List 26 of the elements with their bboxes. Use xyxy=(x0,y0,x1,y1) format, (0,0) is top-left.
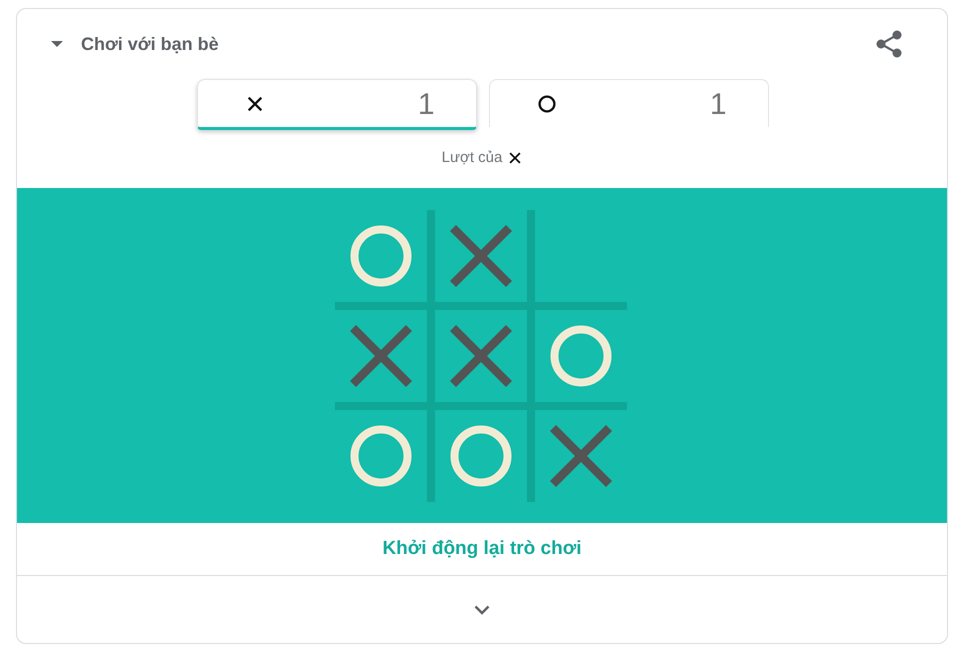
cross-icon xyxy=(450,225,512,287)
board-cell[interactable] xyxy=(335,310,427,402)
cross-icon xyxy=(508,151,522,165)
cross-icon xyxy=(550,425,612,487)
share-icon xyxy=(876,30,902,58)
score-text: 1 xyxy=(710,87,726,120)
board-cell[interactable] xyxy=(435,210,527,302)
score-text: 1 xyxy=(418,87,434,120)
circle-icon xyxy=(538,94,556,112)
board-cell[interactable] xyxy=(435,410,527,502)
board-cell[interactable] xyxy=(535,310,627,402)
ring-icon xyxy=(350,425,412,487)
player-score-tab[interactable]: 1 xyxy=(196,79,476,130)
player-score-tab[interactable]: 1 xyxy=(488,79,768,127)
chevron-down-icon xyxy=(474,604,490,614)
ring-icon xyxy=(450,425,512,487)
cross-icon xyxy=(246,94,264,112)
ring-icon xyxy=(350,225,412,287)
turn-label: Lượt của xyxy=(442,148,502,168)
cross-icon xyxy=(450,325,512,387)
board-cell[interactable] xyxy=(435,310,527,402)
ring-icon xyxy=(550,325,612,387)
restart-button[interactable]: Khởi động lại trò chơi xyxy=(17,523,947,576)
cross-icon xyxy=(350,325,412,387)
collapse-button[interactable]: Chơi với bạn bè xyxy=(51,30,219,58)
caret-icon xyxy=(51,41,63,47)
